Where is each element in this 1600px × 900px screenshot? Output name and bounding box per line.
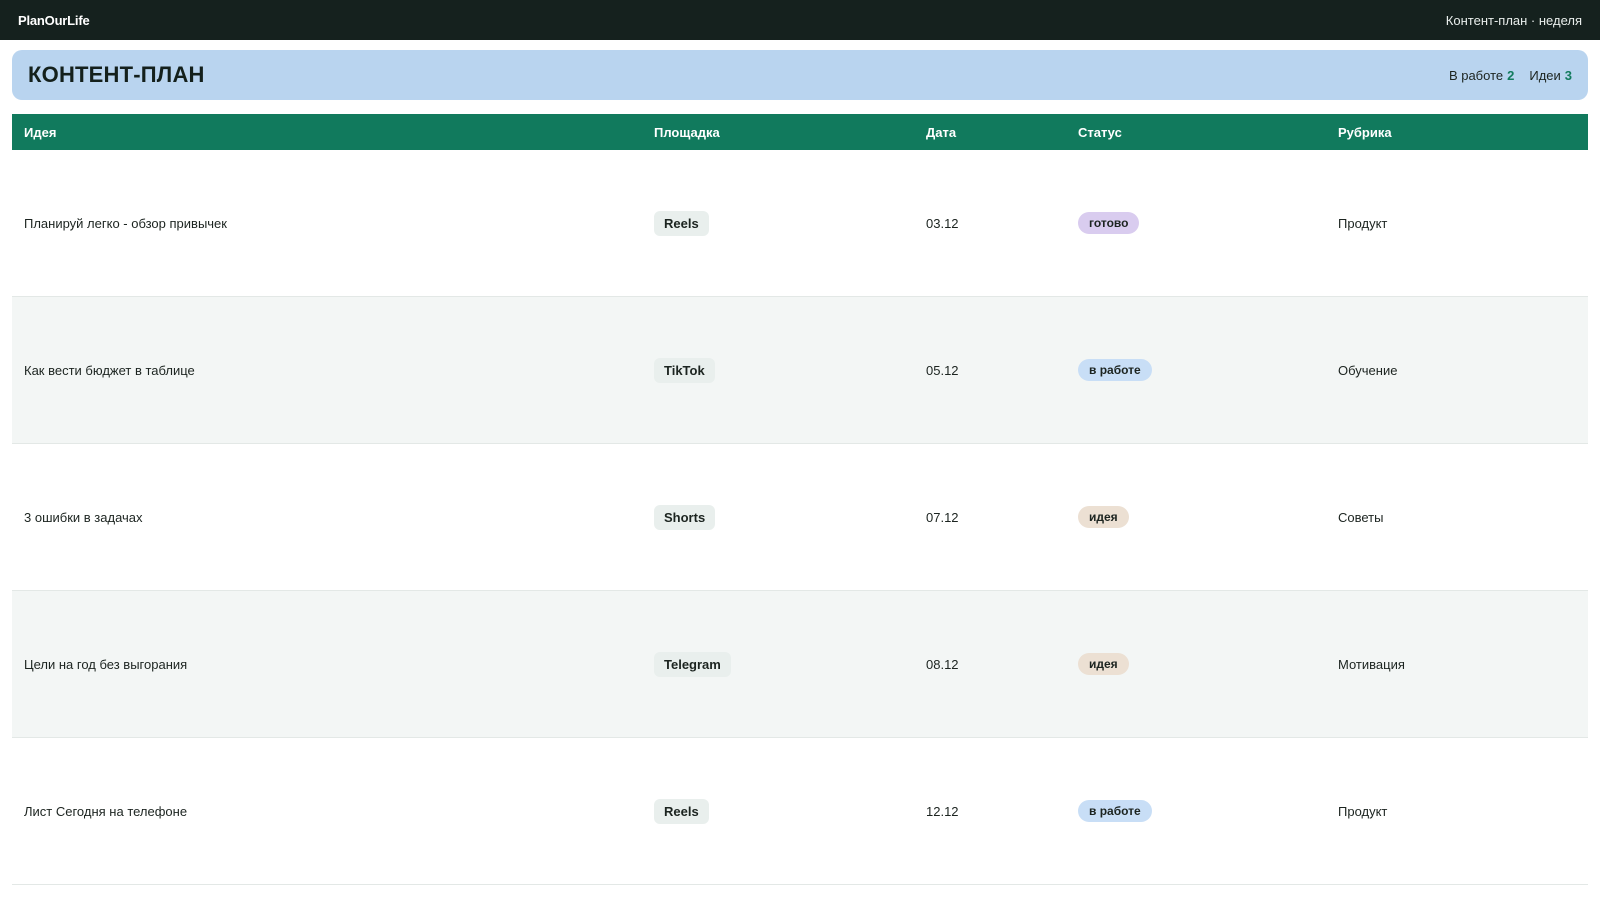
stat-label: В работе xyxy=(1448,67,1504,83)
brand-logo[interactable]: PlanOurLife xyxy=(18,13,90,28)
top-bar: PlanOurLife Контент-план · неделя xyxy=(0,0,1600,40)
status-cell: в работе xyxy=(1078,800,1338,822)
table-row[interactable]: Цели на год без выгорания Telegram 08.12… xyxy=(12,591,1588,738)
table-row[interactable]: 3 ошибки в задачах Shorts 07.12 идея Сов… xyxy=(12,444,1588,591)
date-cell: 05.12 xyxy=(926,362,959,378)
stat-label: Идеи xyxy=(1529,67,1561,83)
table-row[interactable]: Как вести бюджет в таблице TikTok 05.12 … xyxy=(12,297,1588,444)
platform-chip: Telegram xyxy=(654,651,731,677)
platform-cell: Telegram xyxy=(654,651,926,677)
status-cell: идея xyxy=(1078,653,1338,675)
column-header-idea[interactable]: Идея xyxy=(12,125,654,140)
date-cell: 03.12 xyxy=(926,215,959,231)
platform-chip: Reels xyxy=(654,798,709,824)
content-table: Идея Площадка Дата Статус Рубрика Планир… xyxy=(12,114,1588,885)
page-header: КОНТЕНТ-ПЛАН В работе 2 Идеи 3 xyxy=(12,50,1588,100)
platform-chip: TikTok xyxy=(654,357,715,383)
status-cell: в работе xyxy=(1078,359,1338,381)
column-header-platform[interactable]: Площадка xyxy=(654,125,926,140)
header-stats: В работе 2 Идеи 3 xyxy=(1449,68,1572,83)
idea-cell: Лист Сегодня на телефоне xyxy=(24,803,188,819)
status-cell: готово xyxy=(1078,212,1338,234)
stat-value: 3 xyxy=(1564,67,1572,83)
date-cell: 08.12 xyxy=(926,656,959,672)
status-badge: идея xyxy=(1078,653,1129,675)
table-row[interactable]: Планируй легко - обзор привычек Reels 03… xyxy=(12,150,1588,297)
idea-cell: Как вести бюджет в таблице xyxy=(24,362,195,378)
page-title: КОНТЕНТ-ПЛАН xyxy=(28,62,205,87)
idea-cell: Планируй легко - обзор привычек xyxy=(24,215,227,231)
platform-chip: Reels xyxy=(654,210,709,236)
date-cell: 07.12 xyxy=(926,509,959,525)
column-header-date[interactable]: Дата xyxy=(926,125,1078,140)
column-header-category[interactable]: Рубрика xyxy=(1338,125,1588,140)
status-badge: в работе xyxy=(1078,800,1152,822)
stat-ideas: Идеи 3 xyxy=(1529,68,1572,83)
table-row[interactable]: Лист Сегодня на телефоне Reels 12.12 в р… xyxy=(12,738,1588,885)
stat-value: 2 xyxy=(1507,67,1515,83)
status-badge: готово xyxy=(1078,212,1140,234)
category-cell: Продукт xyxy=(1338,803,1388,819)
status-badge: идея xyxy=(1078,506,1129,528)
platform-cell: Shorts xyxy=(654,504,926,530)
category-cell: Обучение xyxy=(1338,362,1398,378)
platform-cell: Reels xyxy=(654,798,926,824)
platform-cell: TikTok xyxy=(654,357,926,383)
table-header: Идея Площадка Дата Статус Рубрика xyxy=(12,114,1588,150)
category-cell: Мотивация xyxy=(1338,656,1405,672)
category-cell: Советы xyxy=(1338,509,1384,525)
date-cell: 12.12 xyxy=(926,803,959,819)
stat-in-progress: В работе 2 xyxy=(1449,68,1514,83)
view-label: Контент-план · неделя xyxy=(1445,12,1582,28)
status-cell: идея xyxy=(1078,506,1338,528)
category-cell: Продукт xyxy=(1338,215,1388,231)
idea-cell: Цели на год без выгорания xyxy=(24,656,188,672)
column-header-status[interactable]: Статус xyxy=(1078,125,1338,140)
status-badge: в работе xyxy=(1078,359,1152,381)
idea-cell: 3 ошибки в задачах xyxy=(24,509,143,525)
platform-chip: Shorts xyxy=(654,504,716,530)
platform-cell: Reels xyxy=(654,210,926,236)
